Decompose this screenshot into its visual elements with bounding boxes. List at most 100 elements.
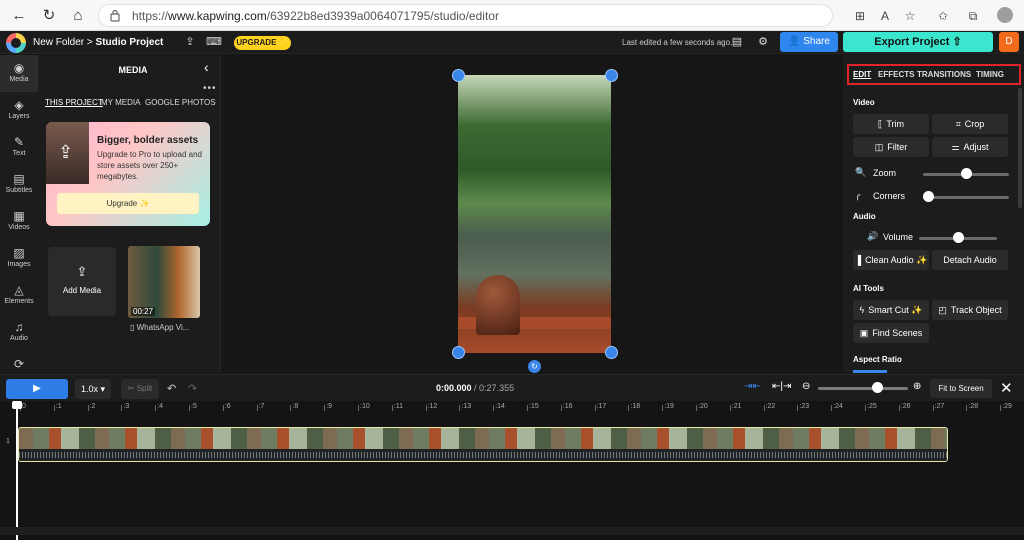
- audio-icon: ♫: [14, 320, 24, 334]
- apps-icon[interactable]: ⊞: [851, 7, 869, 25]
- fit-to-screen-button[interactable]: Fit to Screen: [930, 379, 992, 398]
- address-bar[interactable]: https://www.kapwing.com/63922b8ed3939a00…: [98, 4, 833, 27]
- more-options-icon[interactable]: •••: [203, 83, 217, 94]
- rotate-icon[interactable]: ↻: [528, 360, 541, 373]
- track-object-button[interactable]: ◰ Track Object: [932, 300, 1008, 320]
- upgrade-button[interactable]: UPGRADE ✨: [234, 36, 291, 50]
- speed-dropdown[interactable]: 1.0x ▾: [75, 379, 111, 399]
- resize-handle-bottom-right[interactable]: [605, 346, 618, 359]
- sidebar-item-elements[interactable]: ◬ Elements: [0, 277, 38, 314]
- crop-button[interactable]: ⌗ Crop: [932, 114, 1008, 134]
- home-icon[interactable]: ⌂: [67, 5, 89, 27]
- tab-effects[interactable]: EFFECTS: [878, 70, 914, 79]
- split-button[interactable]: ✂ Split: [121, 379, 159, 399]
- corners-slider[interactable]: [923, 196, 1009, 199]
- videos-icon: ▦: [13, 209, 25, 223]
- resize-handle-top-left[interactable]: [452, 69, 465, 82]
- clean-audio-button[interactable]: ▐ Clean Audio ✨: [853, 250, 929, 270]
- detach-audio-button[interactable]: Detach Audio: [932, 250, 1008, 270]
- tab-transitions[interactable]: TRANSITIONS: [917, 70, 971, 79]
- collections-icon[interactable]: ⧉: [964, 7, 982, 25]
- lightning-icon: ϟ: [859, 305, 865, 315]
- zoom-icon: 🔍: [855, 167, 867, 177]
- sidebar-item-images[interactable]: ▨ Images: [0, 240, 38, 277]
- kapwing-logo[interactable]: [6, 33, 26, 53]
- profile-icon[interactable]: [997, 7, 1013, 23]
- app-header: New Folder > Studio Project ⇪ ⌨ UPGRADE …: [0, 31, 1024, 54]
- video-clip[interactable]: [18, 427, 948, 462]
- zoom-in-icon[interactable]: ⊕: [913, 381, 921, 392]
- sidebar-item-layers[interactable]: ◈ Layers: [0, 92, 38, 129]
- tab-timing[interactable]: TIMING: [976, 70, 1004, 79]
- timeline-zoom-knob[interactable]: [872, 382, 883, 393]
- corners-icon: ╭: [855, 190, 861, 200]
- scenes-icon: ▣: [859, 328, 869, 338]
- zoom-slider-knob[interactable]: [960, 168, 972, 179]
- resize-handle-bottom-left[interactable]: [452, 346, 465, 359]
- sidebar-item-text[interactable]: ✎ Text: [0, 129, 38, 166]
- volume-label: Volume: [883, 232, 914, 242]
- filter-button[interactable]: ◫ Filter: [853, 137, 929, 157]
- breadcrumb-folder[interactable]: New Folder: [33, 37, 84, 48]
- fit-width-icon[interactable]: ⇤|⇥: [772, 381, 791, 392]
- tab-this-project[interactable]: THIS PROJECT: [45, 98, 103, 107]
- ruler-tick: :12: [425, 403, 438, 411]
- sidebar-item-videos[interactable]: ▦ Videos: [0, 203, 38, 240]
- sidebar-item-audio[interactable]: ♫ Audio: [0, 314, 38, 351]
- timeline-ruler[interactable]: 0:1:2:3:4:5:6:7:8:9:10:11:12:13:14:15:16…: [0, 401, 1024, 415]
- favorites-icon[interactable]: ✩: [934, 7, 952, 25]
- promo-upgrade-button[interactable]: Upgrade ✨: [57, 193, 199, 214]
- find-scenes-button[interactable]: ▣ Find Scenes: [853, 323, 929, 343]
- subtitles-icon: ▤: [13, 172, 25, 186]
- section-audio: Audio: [853, 212, 876, 221]
- resize-handle-top-right[interactable]: [605, 69, 618, 82]
- tab-google-photos[interactable]: GOOGLE PHOTOS: [145, 98, 216, 107]
- media-thumbnail[interactable]: 00:27: [128, 246, 200, 318]
- sidebar-item-subtitles[interactable]: ▤ Subtitles: [0, 166, 38, 203]
- smart-cut-button[interactable]: ϟ Smart Cut ✨: [853, 300, 929, 320]
- gear-icon[interactable]: ⚙: [755, 34, 771, 50]
- zoom-out-icon[interactable]: ⊖: [802, 381, 810, 392]
- add-media-button[interactable]: ⇪ Add Media: [48, 247, 116, 316]
- tab-edit[interactable]: EDIT: [853, 70, 871, 79]
- upgrade-promo-card: ⇪ Bigger, bolder assets Upgrade to Pro t…: [46, 122, 210, 226]
- playhead[interactable]: [12, 401, 22, 540]
- timeline-zoom-slider[interactable]: [818, 387, 908, 390]
- export-button[interactable]: Export Project ⇧: [843, 32, 993, 52]
- trim-icon: ⟦: [877, 119, 883, 129]
- transitions-icon: ⟳: [13, 357, 25, 371]
- ruler-tick: :7: [256, 403, 265, 411]
- adjust-button[interactable]: ⚌ Adjust: [932, 137, 1008, 157]
- project-title[interactable]: Studio Project: [96, 37, 164, 48]
- trim-button[interactable]: ⟦ Trim: [853, 114, 929, 134]
- avatar[interactable]: D: [999, 32, 1019, 52]
- promo-text: Upgrade to Pro to upload and store asset…: [97, 150, 202, 181]
- ruler-tick: :5: [189, 403, 197, 411]
- read-aloud-icon[interactable]: A: [876, 7, 894, 25]
- back-arrow-icon[interactable]: ←: [8, 5, 30, 27]
- panel-scrollbar[interactable]: [1018, 88, 1022, 208]
- volume-slider-knob[interactable]: [952, 232, 964, 243]
- snap-icon[interactable]: ⇥⇤: [744, 381, 761, 392]
- share-button[interactable]: 👤 Share: [780, 32, 838, 52]
- play-button[interactable]: ▶: [6, 379, 68, 399]
- ruler-tick: :15: [527, 403, 539, 411]
- upload-icon[interactable]: ⇪: [182, 34, 198, 50]
- sidebar-item-media[interactable]: ◉ Media: [0, 55, 38, 92]
- sidebar-item-label: Elements: [4, 298, 34, 305]
- favorite-add-icon[interactable]: ☆: [901, 7, 919, 25]
- comments-icon[interactable]: ▤: [729, 34, 745, 50]
- collapse-panel-icon[interactable]: ‹: [204, 59, 209, 75]
- undo-icon[interactable]: ↶: [167, 382, 176, 395]
- timeline-scrollbar[interactable]: [0, 527, 1024, 535]
- keyboard-icon[interactable]: ⌨: [206, 34, 222, 50]
- ruler-tick: :10: [358, 403, 370, 411]
- corners-slider-knob[interactable]: [923, 191, 934, 202]
- tool-rail: ◉ Media ◈ Layers ✎ Text ▤ Subtitles ▦ Videos ▨ Imag…: [0, 55, 38, 373]
- redo-icon[interactable]: ↷: [188, 382, 197, 395]
- close-icon[interactable]: ✕: [1000, 379, 1013, 397]
- video-preview[interactable]: [458, 75, 611, 353]
- refresh-icon[interactable]: ↻: [38, 5, 60, 27]
- tab-my-media[interactable]: MY MEDIA: [101, 98, 140, 107]
- timecode: 0:00.000 / 0:27.355: [436, 383, 515, 393]
